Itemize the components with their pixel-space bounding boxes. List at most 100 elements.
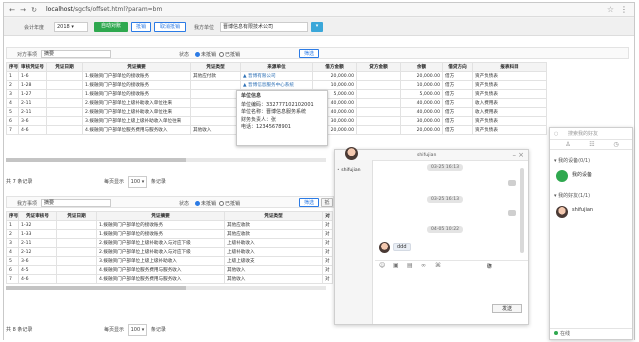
column-header[interactable]: 报表科目 <box>472 62 547 72</box>
column-header[interactable]: 凭证类型 <box>190 62 241 72</box>
top-per-page-select[interactable]: 100 ▾ <box>127 176 148 188</box>
search-icon: ○ <box>554 131 559 137</box>
column-header[interactable]: 序号 <box>6 211 19 221</box>
table-row[interactable]: 2 1-28 1.拨融资门户部单位的接收账务 ▲ 晋博信息服务中心系统 10,000.0… <box>6 80 547 90</box>
unit-dropdown-button[interactable]: ▾ <box>311 22 323 32</box>
column-header[interactable]: 来源单位 <box>240 62 313 72</box>
bottom-filter-label: 我方事项 <box>17 201 38 207</box>
table-row[interactable]: 4 2-12 2.拨融资门户部单位上级补助收入与对应下级 上级补助收入对 <box>6 247 333 257</box>
table-row[interactable]: 1 1-6 1.拨融资门户部单位的接收账务 其他应付款 ▲ 晋博有限公司 20,000.0… <box>6 71 547 81</box>
table-cell: 3 <box>6 238 19 248</box>
tab-groups-icon[interactable]: ☷ <box>582 142 602 148</box>
reload-icon[interactable]: ↻ <box>30 6 38 14</box>
emoji-icon[interactable]: ☺ <box>379 262 385 269</box>
bottom-status-label: 状态 <box>179 201 190 207</box>
outgoing-message <box>508 210 516 216</box>
source-unit-link[interactable]: 晋博信息服务中心系统 <box>248 83 294 88</box>
table-cell: 3-6 <box>18 116 47 126</box>
year-select[interactable]: 2018 ▾ <box>54 22 88 32</box>
column-header[interactable]: 余额 <box>400 62 443 72</box>
send-button[interactable]: 发送 <box>492 304 522 313</box>
column-header[interactable]: 贷方金额 <box>356 62 401 72</box>
file-icon[interactable]: ▤ <box>407 262 413 269</box>
url-field[interactable]: localhost/sgcfs/offset.html?param=bm <box>46 5 566 15</box>
cancel-offset-button[interactable]: 取消抵销 <box>154 22 186 32</box>
back-icon[interactable]: ← <box>8 6 16 14</box>
browser-menu-icon[interactable]: ⋮ <box>620 5 628 14</box>
top-summary-input[interactable]: 摘要 <box>41 50 111 58</box>
table-row[interactable]: 1 1-32 1.拨融资门户部单位的接收账务 其他应收款对 <box>6 220 333 230</box>
column-header[interactable]: 凭证摘要 <box>96 211 225 221</box>
column-header[interactable]: 凭证日期 <box>56 211 97 221</box>
image-icon[interactable]: ▣ <box>393 262 399 269</box>
code-icon[interactable]: ⌘ <box>435 262 441 269</box>
table-cell: 1-28 <box>18 80 47 90</box>
table-row[interactable]: 2 1-33 1.拨融资门户部单位的接收账务 其他应收款对 <box>6 229 333 239</box>
scroll-thumb[interactable] <box>6 158 186 162</box>
forward-icon[interactable]: → <box>19 6 27 14</box>
bottom-horizontal-scrollbar[interactable] <box>6 286 326 290</box>
link-icon[interactable]: ∞ <box>421 262 426 269</box>
top-radio-offset[interactable]: 已抵销 <box>219 51 240 58</box>
table-cell: 其他应付款 <box>190 71 241 81</box>
chat-contact-avatar[interactable] <box>345 147 358 160</box>
top-total-count: 共 7 条记录 <box>6 179 33 185</box>
im-search-bar[interactable]: ○ 搜索我的好友 <box>550 128 632 140</box>
top-per-page-label: 每页显示 <box>103 179 124 185</box>
source-unit-link[interactable]: 晋博有限公司 <box>248 74 276 79</box>
close-icon[interactable]: × <box>518 151 524 159</box>
bookmark-star-icon[interactable]: ☆ <box>607 5 614 14</box>
online-status-icon <box>554 331 558 335</box>
auto-reconcile-button[interactable]: 自动对账 <box>94 22 128 32</box>
tab-history-icon[interactable]: ◷ <box>606 142 626 148</box>
table-cell: 1.拨融资门户部单位的接收账务 <box>82 89 191 99</box>
column-header[interactable]: 凭证类型 <box>224 211 323 221</box>
table-cell <box>356 71 401 81</box>
table-cell: 2-11 <box>18 238 57 248</box>
column-header[interactable]: 序号 <box>6 62 19 72</box>
chat-scrollbar[interactable] <box>520 168 524 253</box>
top-filter-label: 对方事项 <box>17 52 38 58</box>
column-header[interactable]: 借贷方向 <box>442 62 473 72</box>
tab-friends-icon[interactable]: ♙ <box>558 142 578 148</box>
table-cell: 1.拨融资门户部单位的接收账务 <box>82 71 191 81</box>
offset-button[interactable]: 抵销 <box>131 22 151 32</box>
unit-select[interactable]: 晋博信息有限技术公司 <box>220 22 308 32</box>
table-cell: 5,000.00 <box>400 89 443 99</box>
table-row[interactable]: 7 4-6 4.拨融资门户部单位服务费用与服务收入 其他收入对 <box>6 274 333 284</box>
table-cell <box>56 256 97 266</box>
bottom-search-button[interactable]: 筛选 <box>299 198 319 207</box>
top-horizontal-scrollbar[interactable] <box>6 158 326 162</box>
column-header[interactable]: 凭证日期 <box>46 62 83 72</box>
top-radio-unoffset[interactable]: 未抵销 <box>195 51 216 58</box>
im-friend-shifujian[interactable]: shifujian <box>554 204 630 222</box>
bottom-per-page-select[interactable]: 100 ▾ <box>127 324 148 336</box>
column-header[interactable]: 凭证摘要 <box>82 62 191 72</box>
column-header[interactable]: 对 <box>322 211 333 221</box>
table-cell: 对 <box>322 256 333 266</box>
bottom-summary-input[interactable]: 摘要 <box>41 199 111 207</box>
table-row[interactable]: 3 2-11 2.拨融资门户部单位上级补助收入与对应下级 上级补助收入对 <box>6 238 333 248</box>
chat-list-item[interactable]: • shifujian <box>337 168 361 173</box>
minimize-icon[interactable]: – <box>513 151 517 159</box>
bottom-extra-button[interactable]: 抵 <box>321 198 333 207</box>
table-cell <box>190 80 241 90</box>
im-group-devices[interactable]: ▾ 我的设备(0/1) <box>554 157 590 164</box>
bottom-radio-unoffset[interactable]: 未抵销 <box>195 200 216 207</box>
scroll-thumb[interactable] <box>6 286 186 290</box>
column-header[interactable]: 借方金额 <box>312 62 357 72</box>
bottom-radio-offset[interactable]: 已抵销 <box>219 200 240 207</box>
table-row[interactable]: 6 4-5 4.拨融资门户部单位服务费用与服务收入 其他收入对 <box>6 265 333 275</box>
top-search-button[interactable]: 筛选 <box>299 49 319 58</box>
im-group-friends[interactable]: ▾ 我的好友(1/1) <box>554 192 590 199</box>
table-cell: 1.拨融资门户部单位的接收账务 <box>96 220 225 230</box>
chat-input-area[interactable]: 发送 <box>375 271 528 319</box>
table-cell: 借方 <box>442 116 473 126</box>
im-friend-device[interactable]: 我的设备 <box>554 168 630 186</box>
column-header[interactable]: 审核凭证号 <box>18 62 47 72</box>
table-row[interactable]: 5 3-6 3.拨融资门户部单位上级上级补助收入 上级上级收支对 <box>6 256 333 266</box>
table-cell <box>356 80 401 90</box>
im-status-bar[interactable]: 在线 <box>550 328 632 339</box>
column-header[interactable]: 凭证审核号 <box>18 211 57 221</box>
table-cell: 收入费用表 <box>472 98 547 108</box>
